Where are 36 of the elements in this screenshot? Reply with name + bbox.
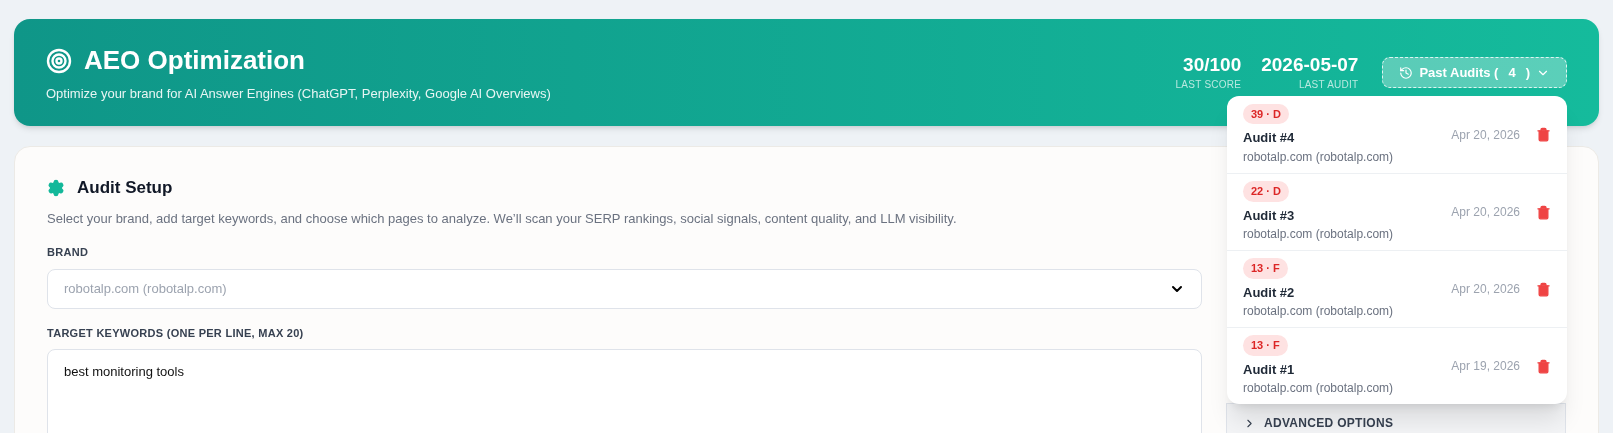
gear-icon (47, 178, 65, 197)
audit-brand: robotalp.com (robotalp.com) (1243, 148, 1394, 166)
grade-badge: 13 · F (1243, 335, 1288, 356)
delete-icon[interactable] (1536, 204, 1551, 220)
page-title: AEO Optimization (84, 44, 305, 78)
audit-brand: robotalp.com (robotalp.com) (1243, 303, 1394, 320)
section-description: Select your brand, add target keywords, and choose which pages to analyze. We’ll scan your SERP rankings, social signals, content quality, and LLM visibility. (47, 209, 958, 228)
audit-title: Audit #2 (1243, 283, 1295, 302)
audit-date: Apr 20, 2026 (1451, 204, 1520, 221)
audit-date: Apr 20, 2026 (1451, 126, 1520, 144)
keywords-field[interactable]: best monitoring tools (47, 349, 1202, 433)
delete-icon[interactable] (1536, 281, 1551, 297)
grade-badge: 22 · D (1243, 181, 1289, 202)
audit-item[interactable]: 39 · D Audit #4 robotalp.com (robotalp.com) Apr 20, 2026 (1227, 96, 1567, 173)
audit-title: Audit #3 (1243, 206, 1295, 225)
audit-date: Apr 20, 2026 (1451, 281, 1520, 298)
stat-value: 30/100 (1183, 53, 1242, 77)
history-icon (1399, 65, 1414, 80)
audit-title: Audit #1 (1243, 360, 1295, 379)
field-label: BRAND (47, 245, 90, 260)
audit-brand: robotalp.com (robotalp.com) (1243, 380, 1394, 397)
advanced-options-toggle[interactable]: ADVANCED OPTIONS (1226, 403, 1566, 433)
field-label: TARGET KEYWORDS (ONE PER LINE, MAX 20) (47, 325, 305, 341)
audit-title: Audit #4 (1243, 129, 1295, 147)
grade-badge: 13 · F (1243, 258, 1288, 279)
audit-brand: robotalp.com (robotalp.com) (1243, 226, 1394, 243)
section-title: Audit Setup (77, 177, 173, 199)
audit-date: Apr 19, 2026 (1451, 358, 1520, 375)
stat-label: LAST SCORE (1175, 77, 1242, 92)
delete-icon[interactable] (1536, 358, 1551, 374)
grade-badge: 39 · D (1243, 103, 1289, 124)
target-icon (46, 47, 72, 74)
delete-icon[interactable] (1536, 127, 1551, 142)
stat-value: 2026-05-07 (1261, 53, 1359, 77)
page-subtitle: Optimize your brand for AI Answer Engines (ChatGPT, Perplexity, Google AI Overviews) (46, 85, 551, 104)
stat-label: LAST AUDIT (1298, 77, 1359, 92)
